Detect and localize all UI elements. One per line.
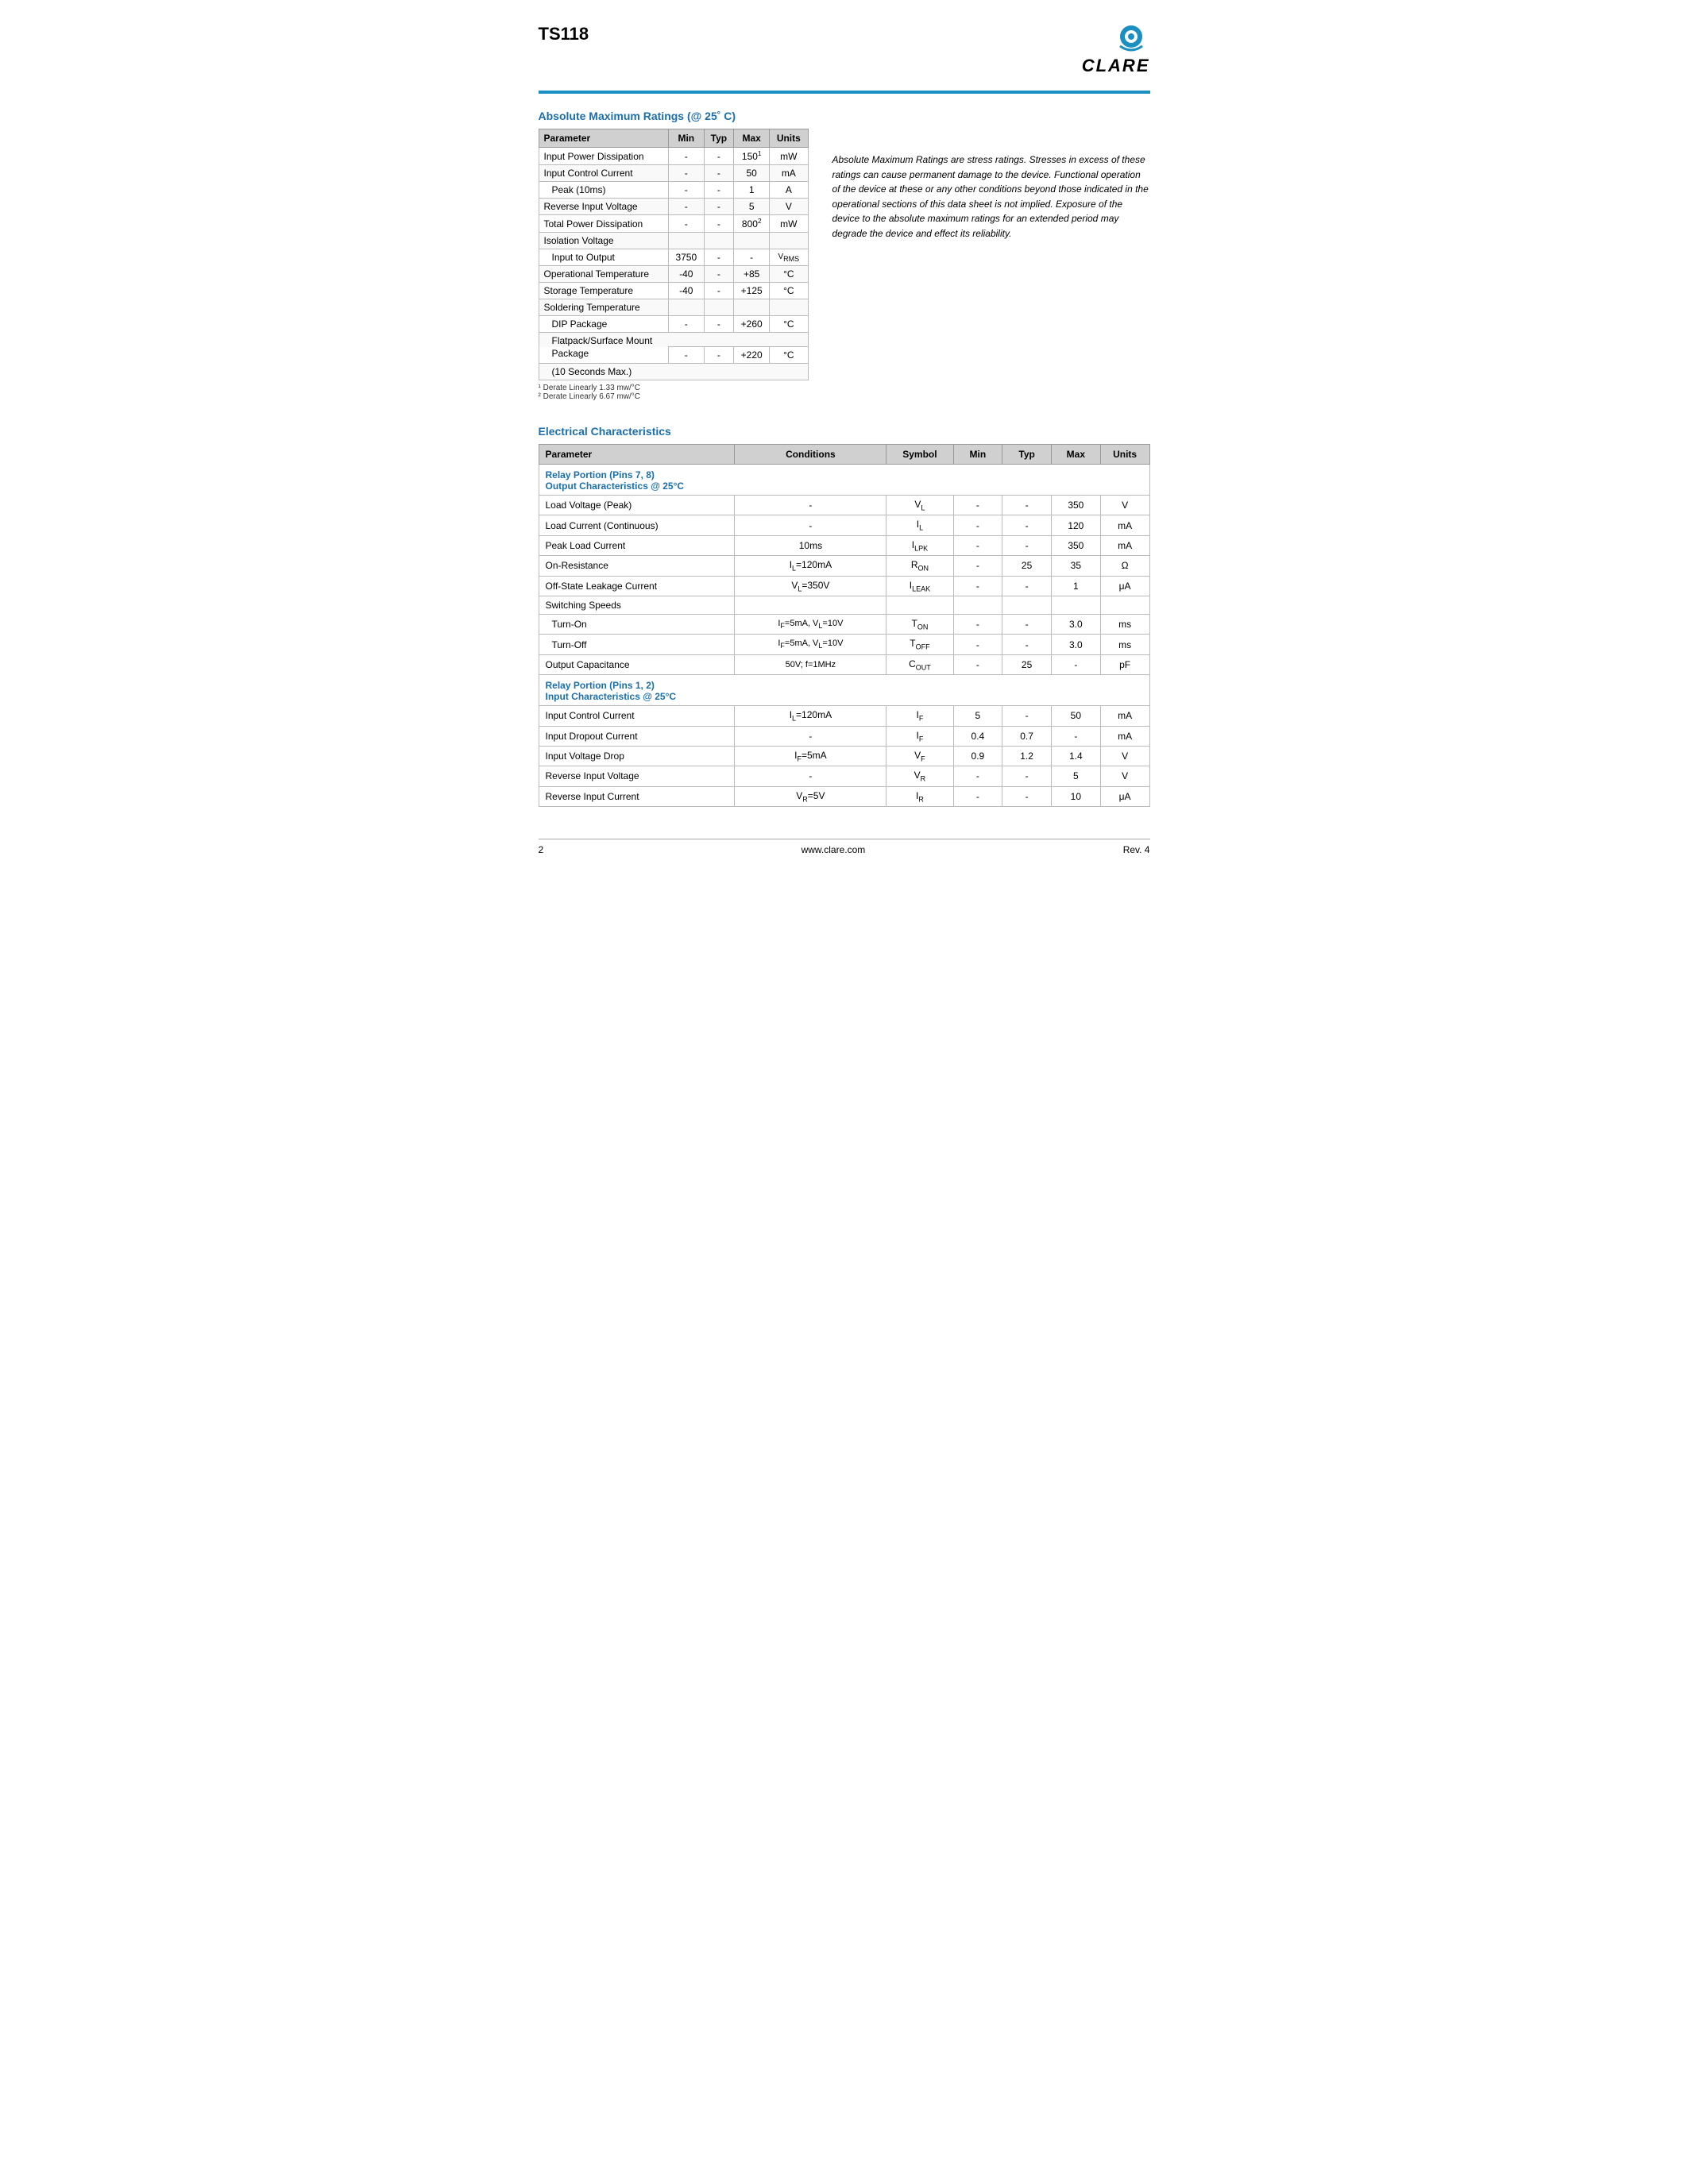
table-row: Operational Temperature -40 - +85 °C [539,266,808,283]
relay-group1-label1: Relay Portion (Pins 7, 8) [546,469,655,480]
table-row: (10 Seconds Max.) [539,364,808,380]
footnotes: ¹ Derate Linearly 1.33 mw/°C ² Derate Li… [539,384,809,401]
footer-website: www.clare.com [802,844,866,855]
relay-group2-label1: Relay Portion (Pins 1, 2) [546,680,655,691]
table-row: Input Dropout Current - IF 0.4 0.7 - mA [539,726,1149,746]
table-row: Load Voltage (Peak) - VL - - 350 V [539,496,1149,515]
abs-max-table: Parameter Min Typ Max Units Input Power … [539,129,809,380]
table-row: Switching Speeds [539,596,1149,614]
table-row: Package - - +220 °C [539,347,808,364]
table-row: Input Control Current IL=120mA IF 5 - 50… [539,706,1149,726]
elec-col-sym: Symbol [886,445,953,465]
table-row: Storage Temperature -40 - +125 °C [539,283,808,299]
table-row: On-Resistance IL=120mA RON - 25 35 Ω [539,556,1149,576]
table-row: Input Control Current - - 50 mA [539,165,808,182]
abs-col-units: Units [770,129,808,148]
table-row: Peak (10ms) - - 1 A [539,182,808,199]
abs-max-section: Parameter Min Typ Max Units Input Power … [539,129,1150,401]
elec-section-title: Electrical Characteristics [539,425,1150,438]
table-row: Soldering Temperature [539,299,808,316]
abs-col-min: Min [669,129,705,148]
relay-group1-header: Relay Portion (Pins 7, 8) Output Charact… [539,465,1149,496]
relay-group2-header: Relay Portion (Pins 1, 2) Input Characte… [539,675,1149,706]
table-row: Flatpack/Surface Mount [539,333,808,347]
table-row: Turn-Off IF=5mA, VL=10V TOFF - - 3.0 ms [539,635,1149,654]
logo-area: CLARE [1082,24,1150,76]
footnote-2: ² Derate Linearly 6.67 mw/°C [539,392,809,401]
abs-max-section-title: Absolute Maximum Ratings (@ 25˚ C) [539,110,1150,122]
table-row: Input Power Dissipation - - 1501 mW [539,148,808,165]
elec-col-param: Parameter [539,445,735,465]
elec-col-max: Max [1051,445,1100,465]
abs-max-table-wrap: Parameter Min Typ Max Units Input Power … [539,129,809,401]
table-row: Reverse Input Current VR=5V IR - - 10 μA [539,786,1149,806]
table-row: Turn-On IF=5mA, VL=10V TON - - 3.0 ms [539,614,1149,634]
elec-table: Parameter Conditions Symbol Min Typ Max … [539,444,1150,807]
table-row: DIP Package - - +260 °C [539,316,808,333]
table-row: Off-State Leakage Current VL=350V ILEAK … [539,576,1149,596]
abs-col-typ: Typ [704,129,734,148]
elec-col-cond: Conditions [735,445,886,465]
logo-text: CLARE [1082,56,1150,76]
table-row: Output Capacitance 50V; f=1MHz COUT - 25… [539,654,1149,674]
table-row: Input Voltage Drop IF=5mA VF 0.9 1.2 1.4… [539,746,1149,766]
header-bar [539,91,1150,94]
table-row: Isolation Voltage [539,233,808,249]
page-title: TS118 [539,24,589,44]
table-row: Peak Load Current 10ms ILPK - - 350 mA [539,535,1149,555]
elec-col-typ: Typ [1002,445,1052,465]
clare-logo-icon [1112,24,1150,54]
elec-col-units: Units [1100,445,1149,465]
table-row: Reverse Input Voltage - VR - - 5 V [539,766,1149,786]
table-row: Reverse Input Voltage - - 5 V [539,199,808,215]
page-footer: 2 www.clare.com Rev. 4 [539,839,1150,855]
abs-col-max: Max [734,129,770,148]
table-row: Input to Output 3750 - - VRMS [539,249,808,266]
table-row: Load Current (Continuous) - IL - - 120 m… [539,515,1149,535]
relay-group2-label2: Input Characteristics @ 25°C [546,691,677,702]
elec-section: Electrical Characteristics Parameter Con… [539,425,1150,807]
elec-col-min: Min [953,445,1002,465]
table-row: Total Power Dissipation - - 8002 mW [539,215,808,233]
footer-rev: Rev. 4 [1123,844,1150,855]
abs-col-param: Parameter [539,129,669,148]
abs-max-note: Absolute Maximum Ratings are stress rati… [832,129,1150,401]
page-header: TS118 CLARE [539,24,1150,76]
footnote-1: ¹ Derate Linearly 1.33 mw/°C [539,384,809,392]
footer-page: 2 [539,844,544,855]
relay-group1-label2: Output Characteristics @ 25°C [546,480,685,492]
